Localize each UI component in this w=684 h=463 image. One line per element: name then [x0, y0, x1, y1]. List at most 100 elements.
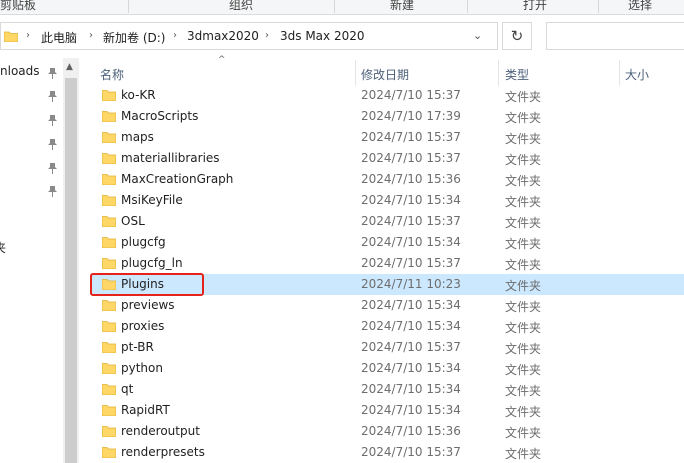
chevron-down-icon[interactable]: ⌄ — [473, 29, 482, 42]
file-date: 2024/7/10 15:36 — [361, 172, 461, 186]
file-date: 2024/7/10 15:34 — [361, 361, 461, 375]
folder-icon — [102, 132, 116, 143]
file-date: 2024/7/10 15:34 — [361, 319, 461, 333]
file-row[interactable]: OSL 2024/7/10 15:37 文件夹 — [90, 211, 684, 232]
file-row[interactable]: qt 2024/7/10 15:34 文件夹 — [90, 379, 684, 400]
address-bar[interactable]: › 此电脑 › 新加卷 (D:) › 3dmax2020 › 3ds Max 2… — [0, 22, 498, 50]
file-row[interactable]: MaxCreationGraph 2024/7/10 15:36 文件夹 — [90, 169, 684, 190]
breadcrumb-this-pc[interactable]: 此电脑 — [41, 29, 77, 46]
file-name: previews — [121, 298, 175, 312]
scroll-up-icon[interactable]: ▲ — [66, 62, 73, 72]
nav-item-folder[interactable]: 夹 — [0, 239, 6, 256]
ribbon-group-select: 选择 — [628, 0, 653, 12]
file-row[interactable]: renderpresets 2024/7/10 15:37 文件夹 — [90, 442, 684, 463]
file-date: 2024/7/10 15:37 — [361, 340, 461, 354]
folder-icon — [102, 216, 116, 227]
ribbon-separator — [467, 0, 468, 13]
file-date: 2024/7/10 15:34 — [361, 193, 461, 207]
file-row[interactable]: MacroScripts 2024/7/10 17:39 文件夹 — [90, 106, 684, 127]
vertical-scrollbar[interactable]: ▲ — [63, 58, 79, 463]
file-row[interactable]: plugcfg_ln 2024/7/10 15:37 文件夹 — [90, 253, 684, 274]
file-type: 文件夹 — [505, 132, 542, 146]
chevron-right-icon[interactable]: › — [173, 30, 177, 41]
file-row[interactable]: maps 2024/7/10 15:37 文件夹 — [90, 127, 684, 148]
file-row[interactable]: proxies 2024/7/10 15:34 文件夹 — [90, 316, 684, 337]
file-name: qt — [121, 382, 134, 396]
file-name: OSL — [121, 214, 145, 228]
file-row[interactable]: ko-KR 2024/7/10 15:37 文件夹 — [90, 85, 684, 106]
pin-icon[interactable] — [48, 163, 57, 174]
ribbon-group-clipboard: 剪贴板 — [0, 0, 37, 12]
file-date: 2024/7/10 15:34 — [361, 235, 461, 249]
file-name: MsiKeyFile — [121, 193, 183, 207]
folder-icon — [102, 153, 116, 164]
column-divider[interactable] — [498, 60, 499, 86]
ribbon-separator — [598, 0, 599, 13]
file-type: 文件夹 — [505, 342, 542, 356]
chevron-right-icon[interactable]: › — [89, 30, 93, 41]
file-type: 文件夹 — [505, 321, 542, 335]
breadcrumb-3dmax2020[interactable]: 3dmax2020 — [187, 29, 259, 43]
file-name: proxies — [121, 319, 165, 333]
file-row[interactable]: RapidRT 2024/7/10 15:34 文件夹 — [90, 400, 684, 421]
file-row[interactable]: plugcfg 2024/7/10 15:34 文件夹 — [90, 232, 684, 253]
file-row[interactable]: materiallibraries 2024/7/10 15:37 文件夹 — [90, 148, 684, 169]
file-type: 文件夹 — [505, 90, 542, 104]
refresh-icon: ↻ — [510, 27, 524, 45]
column-divider[interactable] — [355, 60, 356, 86]
file-type: 文件夹 — [505, 111, 542, 125]
pin-icon[interactable] — [48, 115, 57, 126]
navigation-pane: nloads 夹 — [0, 58, 63, 463]
file-type: 文件夹 — [505, 405, 542, 419]
pin-icon[interactable] — [48, 186, 57, 197]
ribbon-group-labels: 剪贴板 组织 新建 打开 选择 — [0, 0, 684, 15]
file-type: 文件夹 — [505, 216, 542, 230]
chevron-right-icon[interactable]: › — [265, 30, 269, 41]
file-row[interactable]: pt-BR 2024/7/10 15:37 文件夹 — [90, 337, 684, 358]
file-name: plugcfg_ln — [121, 256, 183, 270]
file-date: 2024/7/11 10:23 — [361, 277, 461, 291]
pin-icon[interactable] — [48, 68, 57, 79]
folder-icon — [102, 384, 116, 395]
file-name: MaxCreationGraph — [121, 172, 234, 186]
breadcrumb-drive[interactable]: 新加卷 (D:) — [103, 29, 165, 46]
file-row[interactable]: python 2024/7/10 15:34 文件夹 — [90, 358, 684, 379]
column-header-size[interactable]: 大小 — [625, 66, 649, 83]
column-header-date[interactable]: 修改日期 — [361, 66, 409, 83]
file-row[interactable]: renderoutput 2024/7/10 15:36 文件夹 — [90, 421, 684, 442]
refresh-button[interactable]: ↻ — [502, 22, 532, 50]
file-date: 2024/7/10 17:39 — [361, 109, 461, 123]
search-input[interactable] — [546, 22, 684, 50]
column-divider[interactable] — [619, 60, 620, 86]
file-type: 文件夹 — [505, 174, 542, 188]
file-date: 2024/7/10 15:37 — [361, 130, 461, 144]
file-date: 2024/7/10 15:37 — [361, 88, 461, 102]
nav-item-downloads[interactable]: nloads — [0, 64, 40, 78]
file-date: 2024/7/10 15:37 — [361, 256, 461, 270]
folder-icon — [102, 90, 116, 101]
folder-icon — [102, 405, 116, 416]
file-date: 2024/7/10 15:37 — [361, 151, 461, 165]
file-type: 文件夹 — [505, 363, 542, 377]
folder-icon — [102, 342, 116, 353]
file-name: ko-KR — [121, 88, 156, 102]
file-name: maps — [121, 130, 154, 144]
breadcrumb-3ds-max-2020[interactable]: 3ds Max 2020 — [280, 29, 364, 43]
folder-icon — [102, 447, 116, 458]
file-row[interactable]: previews 2024/7/10 15:34 文件夹 — [90, 295, 684, 316]
pin-icon[interactable] — [48, 91, 57, 102]
file-name: pt-BR — [121, 340, 154, 354]
annotation-box — [90, 273, 204, 296]
scrollbar-thumb[interactable] — [65, 78, 77, 463]
file-name: renderpresets — [121, 445, 205, 459]
chevron-right-icon[interactable]: › — [26, 30, 30, 41]
file-name: python — [121, 361, 163, 375]
column-header-type[interactable]: 类型 — [505, 66, 529, 83]
folder-icon — [102, 363, 116, 374]
folder-icon — [102, 258, 116, 269]
column-header-name[interactable]: 名称 — [100, 66, 124, 83]
file-name: plugcfg — [121, 235, 166, 249]
file-row[interactable]: MsiKeyFile 2024/7/10 15:34 文件夹 — [90, 190, 684, 211]
pin-icon[interactable] — [48, 139, 57, 150]
file-type: 文件夹 — [505, 258, 542, 272]
